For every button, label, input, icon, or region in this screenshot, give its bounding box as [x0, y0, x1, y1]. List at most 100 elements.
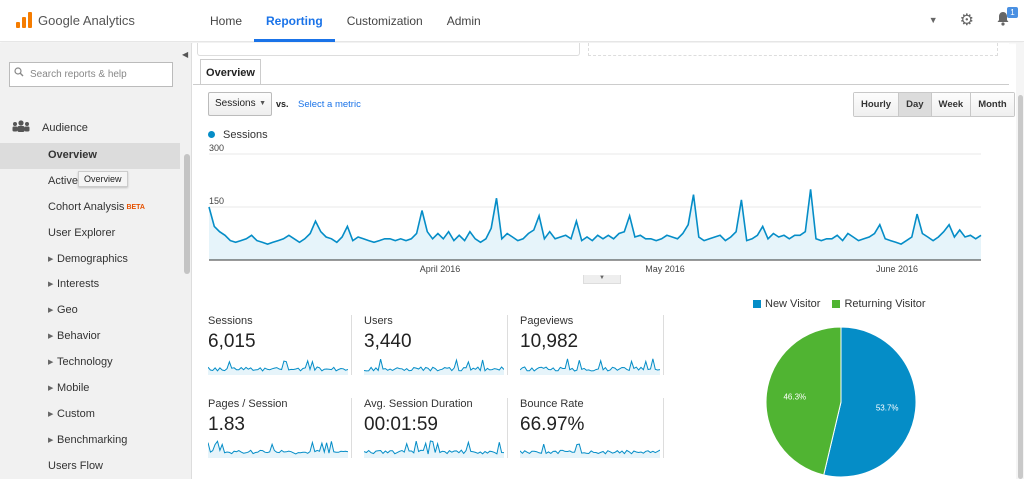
audience-label: Audience: [42, 121, 88, 134]
nav-home[interactable]: Home: [198, 0, 254, 42]
sessions-line: [208, 189, 982, 245]
chart-resize-handle[interactable]: ▼: [583, 275, 621, 284]
sparkline-area: [364, 441, 504, 458]
divider: [507, 315, 508, 375]
legend-label: New Visitor: [765, 298, 821, 310]
sidebar-item-label: Overview: [48, 149, 97, 161]
app-logo[interactable]: Google Analytics: [16, 12, 135, 28]
period-month-button[interactable]: Month: [971, 93, 1014, 116]
select-metric-link[interactable]: Select a metric: [298, 99, 361, 110]
analytics-logo-icon: [16, 12, 32, 28]
nav-reporting[interactable]: Reporting: [254, 0, 335, 42]
legend-marker: [208, 131, 215, 138]
visitor-pie-chart[interactable]: 53.7% 46.3%: [764, 325, 918, 479]
period-hourly-button[interactable]: Hourly: [854, 93, 900, 116]
sidebar-item-geo[interactable]: ▶ Geo: [0, 298, 180, 324]
sidebar-nav-list: Overview Active Cohort Analysis BETA User…: [0, 143, 180, 480]
sidebar-item-user-explorer[interactable]: User Explorer: [0, 221, 180, 247]
legend-returning-visitor: Returning Visitor: [832, 298, 926, 310]
vs-label: vs.: [276, 99, 289, 109]
sparkline: [520, 358, 660, 375]
app-title: Google Analytics: [38, 12, 135, 28]
metric-select-value: Sessions: [215, 98, 256, 109]
sidebar-item-label: Active: [48, 174, 78, 187]
collapse-sidebar-icon[interactable]: ◀: [182, 50, 188, 59]
segment-box: [197, 43, 580, 56]
sessions-chart[interactable]: 300 150 April 2016 May 2016 June 2016: [193, 143, 993, 283]
sidebar-item-label: Cohort Analysis: [48, 200, 125, 213]
sidebar-item-mobile[interactable]: ▶ Mobile: [0, 376, 180, 402]
sidebar-item-benchmarking[interactable]: ▶ Benchmarking: [0, 428, 180, 454]
sidebar-scrollbar[interactable]: [184, 154, 190, 274]
metric-bounce-rate[interactable]: Bounce Rate 66.97%: [514, 390, 664, 470]
sidebar-item-cohort-analysis[interactable]: Cohort Analysis BETA: [0, 195, 180, 221]
metric-value: 10,982: [520, 331, 579, 352]
divider: [193, 84, 1009, 85]
metric-label: Pageviews: [520, 315, 574, 327]
sidebar-item-label: Demographics: [57, 252, 128, 265]
sidebar-item-label: Mobile: [57, 382, 90, 395]
sidebar-item-label: Users Flow: [48, 459, 104, 472]
expand-arrow-icon: ▶: [48, 359, 54, 367]
audience-section[interactable]: Audience: [12, 120, 88, 135]
sidebar-item-label: Technology: [57, 356, 113, 369]
sidebar-item-label: Behavior: [57, 330, 101, 343]
metric-select[interactable]: Sessions ▼: [208, 92, 272, 116]
sidebar-item-demographics[interactable]: ▶ Demographics: [0, 247, 180, 273]
metric-users[interactable]: Users 3,440: [358, 307, 508, 387]
metric-value: 66.97%: [520, 414, 585, 435]
expand-arrow-icon: ▶: [48, 333, 54, 341]
divider: [507, 398, 508, 458]
search-icon: [14, 67, 24, 80]
sidebar-item-behavior[interactable]: ▶ Behavior: [0, 324, 180, 350]
y-tick-label: 150: [209, 196, 224, 206]
nav-customization[interactable]: Customization: [335, 0, 435, 42]
metric-label: Sessions: [208, 315, 253, 327]
sidebar-item-technology[interactable]: ▶ Technology: [0, 350, 180, 376]
period-week-button[interactable]: Week: [931, 93, 972, 116]
header-actions: ▼ ⚙ 1: [929, 7, 1018, 30]
account-dropdown-icon[interactable]: ▼: [929, 15, 938, 25]
sparkline: [364, 440, 504, 458]
metric-pages-per-session[interactable]: Pages / Session 1.83: [202, 390, 352, 470]
sparkline: [520, 443, 660, 458]
sidebar-item-label: Interests: [57, 278, 100, 291]
pie-data-label: 53.7%: [876, 403, 899, 412]
metric-label: Avg. Session Duration: [364, 398, 473, 410]
legend-label: Returning Visitor: [844, 298, 926, 310]
page-scrollbar[interactable]: [1018, 95, 1023, 479]
sidebar-item-custom[interactable]: ▶ Custom: [0, 402, 180, 428]
sidebar-item-users-flow[interactable]: Users Flow: [0, 454, 180, 480]
expand-arrow-icon: ▶: [48, 281, 54, 289]
metric-sessions[interactable]: Sessions 6,015: [202, 307, 352, 387]
sidebar-item-overview[interactable]: Overview: [0, 143, 180, 169]
x-tick-label: June 2016: [876, 264, 918, 274]
metric-value: 00:01:59: [364, 414, 438, 435]
gear-icon[interactable]: ⚙: [960, 10, 974, 30]
sparkline: [364, 358, 504, 375]
expand-arrow-icon: ▶: [48, 436, 54, 444]
beta-badge: BETA: [126, 203, 145, 211]
divider: [663, 315, 664, 375]
search-input[interactable]: Search reports & help: [9, 62, 173, 87]
metric-avg-session-duration[interactable]: Avg. Session Duration 00:01:59: [358, 390, 508, 470]
legend-swatch: [832, 300, 841, 308]
y-tick-label: 300: [209, 143, 224, 153]
audience-icon: [12, 120, 30, 135]
sidebar-item-interests[interactable]: ▶ Interests: [0, 272, 180, 298]
divider: [351, 398, 352, 458]
metric-value: 1.83: [208, 414, 245, 435]
expand-arrow-icon: ▶: [48, 255, 54, 263]
legend-sessions: Sessions: [223, 129, 268, 141]
notification-badge: 1: [1007, 7, 1018, 18]
bell-icon[interactable]: 1: [996, 7, 1018, 29]
metric-pageviews[interactable]: Pageviews 10,982: [514, 307, 664, 387]
tab-overview[interactable]: Overview: [200, 59, 261, 85]
nav-admin[interactable]: Admin: [435, 0, 493, 42]
expand-arrow-icon: ▶: [48, 307, 54, 315]
report-content: Overview Sessions ▼ vs. Select a metric …: [193, 43, 1015, 479]
metric-label: Users: [364, 315, 393, 327]
period-day-button[interactable]: Day: [899, 93, 932, 116]
metric-label: Bounce Rate: [520, 398, 584, 410]
legend-new-visitor: New Visitor: [753, 298, 820, 310]
